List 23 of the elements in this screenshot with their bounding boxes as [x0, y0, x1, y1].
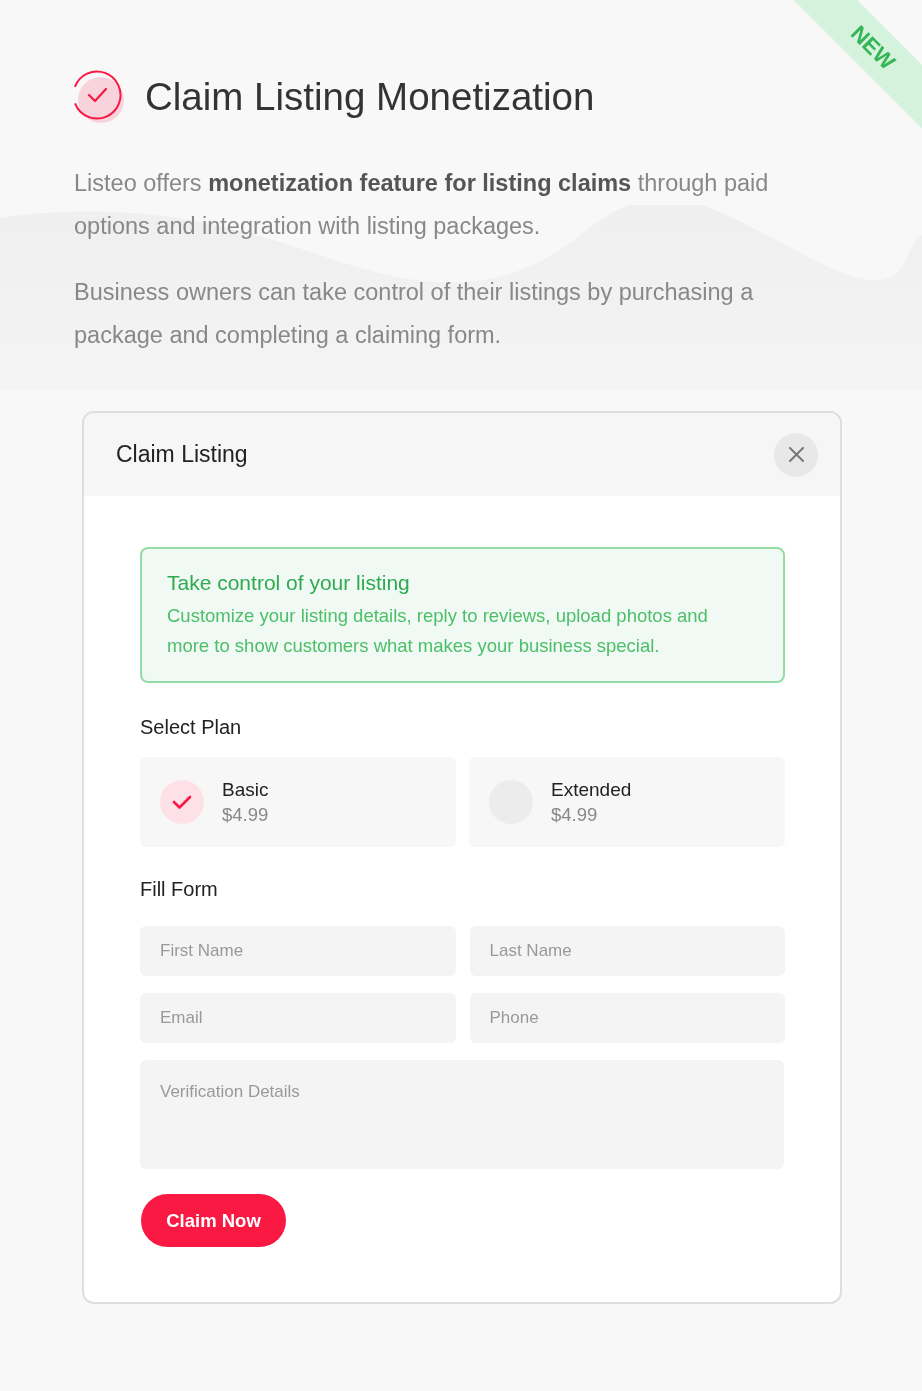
- plan-option[interactable]: Basic $4.99: [140, 757, 456, 847]
- close-button[interactable]: [774, 432, 818, 477]
- plan-name: Basic: [222, 778, 269, 802]
- close-icon: [788, 447, 804, 462]
- dialog-title: Claim Listing: [116, 440, 248, 470]
- textarea-field[interactable]: Verification Details: [140, 1060, 784, 1169]
- input-field[interactable]: Last Name: [469, 926, 785, 976]
- section-label: Fill Form: [140, 877, 219, 901]
- intro-paragraph: Business owners can take control of their listings by purchasing a package and completing a claiming form.: [74, 278, 755, 350]
- plan-price: $4.99: [222, 803, 269, 827]
- plan-option[interactable]: Extended $4.99: [469, 757, 785, 847]
- claim-now-button[interactable]: Claim Now: [141, 1194, 286, 1247]
- input-field[interactable]: First Name: [140, 926, 456, 976]
- input-field[interactable]: Phone: [469, 993, 785, 1043]
- input-field[interactable]: Email: [140, 993, 456, 1043]
- check-circle-icon: [72, 70, 126, 124]
- notice-title: Take control of your listing: [167, 570, 411, 596]
- plan-name: Extended: [551, 778, 632, 802]
- notice-text: Customize your listing details, reply to reviews, upload photos and more to show customers what makes your business special.: [167, 604, 709, 658]
- plan-price: $4.99: [551, 803, 599, 827]
- section-label: Select Plan: [140, 715, 243, 739]
- intro-paragraph: Listeo offers monetization feature for listing claims through paid options and integration with listing packages.: [74, 169, 770, 241]
- page-title: Claim Listing Monetization: [145, 74, 595, 120]
